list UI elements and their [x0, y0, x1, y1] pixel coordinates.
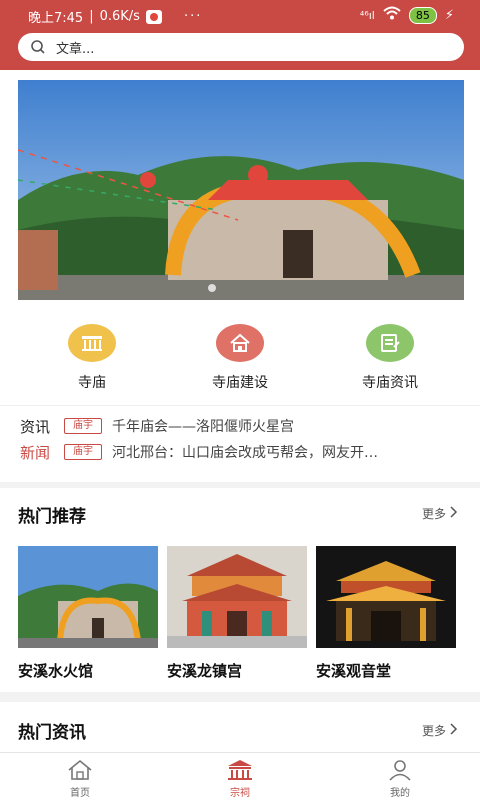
news-tag: 庙宇 — [64, 444, 102, 460]
chevron-right-icon — [450, 506, 458, 521]
document-icon — [366, 324, 414, 362]
status-bar: 晚上7:45 | 0.6K/s ··· ⁴⁶ıl 85 ⚡ — [28, 6, 454, 26]
news-headline: 河北邢台：山口庙会改成丐帮会，网友开… — [112, 445, 378, 461]
recommend-card[interactable]: 安溪观音堂 — [316, 546, 456, 681]
category-temple[interactable]: 寺庙 — [32, 324, 152, 392]
tab-home[interactable]: 首页 — [40, 759, 120, 799]
card-image — [18, 546, 158, 648]
news-item[interactable]: 新闻 庙宇 河北邢台：山口庙会改成丐帮会，网友开… — [20, 440, 460, 464]
chevron-right-icon — [450, 723, 458, 738]
card-image — [167, 546, 307, 648]
status-speed: 0.6K/s — [99, 9, 140, 24]
news-type-label: 新闻 — [20, 443, 51, 462]
carousel-indicator[interactable] — [208, 284, 216, 292]
category-label: 寺庙建设 — [212, 375, 268, 391]
battery-indicator: 85 — [408, 6, 437, 24]
search-bar[interactable]: 文章... — [18, 33, 464, 61]
category-row: 寺庙 寺庙建设 寺庙资讯 — [0, 320, 480, 400]
section-title: 热门推荐 — [18, 507, 86, 527]
temple-banner-image — [18, 80, 464, 300]
more-label: 更多 — [421, 507, 446, 521]
recommend-card[interactable]: 安溪水火馆 — [18, 546, 158, 681]
category-label: 寺庙资讯 — [362, 375, 418, 391]
tab-label: 首页 — [70, 788, 90, 799]
search-placeholder: 文章... — [56, 41, 95, 57]
charging-icon: ⚡ — [444, 7, 454, 23]
section-title: 热门资讯 — [18, 723, 86, 743]
category-label: 寺庙 — [78, 375, 106, 391]
news-ticker: 资讯 庙宇 千年庙会——洛阳偃师火星宫 新闻 庙宇 河北邢台：山口庙会改成丐帮会… — [0, 405, 480, 475]
signal-icon: ⁴⁶ıl — [359, 8, 375, 22]
search-icon — [30, 39, 46, 55]
temple-icon — [200, 759, 280, 784]
card-title: 安溪水火馆 — [18, 662, 94, 680]
news-item[interactable]: 资讯 庙宇 千年庙会——洛阳偃师火星宫 — [20, 414, 460, 438]
top-header: 晚上7:45 | 0.6K/s ··· ⁴⁶ıl 85 ⚡ 文章... — [0, 0, 480, 70]
temple-icon — [68, 324, 116, 362]
status-time: 晚上7:45 — [28, 11, 84, 26]
more-label: 更多 — [421, 724, 446, 738]
tab-label: 我的 — [390, 788, 410, 799]
home-icon — [40, 759, 120, 784]
more-notifications: ··· — [183, 9, 203, 24]
user-icon — [360, 759, 440, 784]
category-temple-construction[interactable]: 寺庙建设 — [180, 324, 300, 392]
banner-carousel[interactable] — [18, 80, 464, 300]
card-image — [316, 546, 456, 648]
hot-news-section: 热门资讯 更多 — [0, 702, 480, 752]
news-headline: 千年庙会——洛阳偃师火星宫 — [112, 419, 294, 435]
category-temple-news[interactable]: 寺庙资讯 — [330, 324, 450, 392]
tab-ancestral-hall[interactable]: 宗祠 — [200, 759, 280, 799]
news-tag: 庙宇 — [64, 418, 102, 434]
card-title: 安溪龙镇宫 — [167, 662, 243, 680]
tab-label: 宗祠 — [230, 788, 250, 799]
more-link[interactable]: 更多 — [422, 722, 458, 739]
wifi-icon — [383, 6, 401, 24]
news-type-label: 资讯 — [20, 417, 51, 436]
home-build-icon — [216, 324, 264, 362]
recommend-card[interactable]: 安溪龙镇宫 — [167, 546, 307, 681]
card-title: 安溪观音堂 — [316, 662, 392, 680]
tab-profile[interactable]: 我的 — [360, 759, 440, 799]
app-notification-icon — [145, 9, 162, 24]
bottom-tab-bar: 首页 宗祠 我的 — [0, 752, 480, 800]
more-link[interactable]: 更多 — [422, 505, 458, 522]
